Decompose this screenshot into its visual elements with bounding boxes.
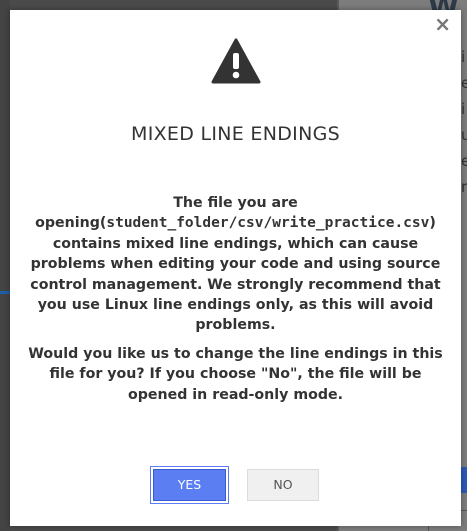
no-button[interactable]: NO — [247, 469, 319, 501]
background-text-fragment: r — [461, 178, 467, 196]
close-button[interactable]: × — [434, 12, 451, 36]
dialog-question: Would you like us to change the line end… — [28, 346, 443, 403]
message-suffix: ) contains mixed line endings, which can… — [30, 215, 441, 334]
background-text-fragment: i — [461, 100, 466, 118]
warning-triangle-icon — [211, 38, 261, 84]
background-sidebar-strip — [0, 0, 10, 531]
background-panel-text: i e i u e r — [461, 44, 467, 200]
background-text-fragment: e — [461, 152, 467, 170]
mixed-line-endings-dialog: × MIXED LINE ENDINGS The file you are op… — [10, 10, 461, 526]
file-path: student_folder/csv/write_practice.csv — [106, 215, 430, 232]
dialog-title: MIXED LINE ENDINGS — [131, 123, 340, 145]
dialog-message: The file you are opening(student_folder/… — [26, 193, 445, 336]
background-text-fragment: i — [461, 48, 466, 66]
yes-button[interactable]: YES — [153, 469, 226, 501]
background-text-fragment: e — [461, 74, 467, 92]
background-text-fragment: u — [461, 126, 467, 144]
